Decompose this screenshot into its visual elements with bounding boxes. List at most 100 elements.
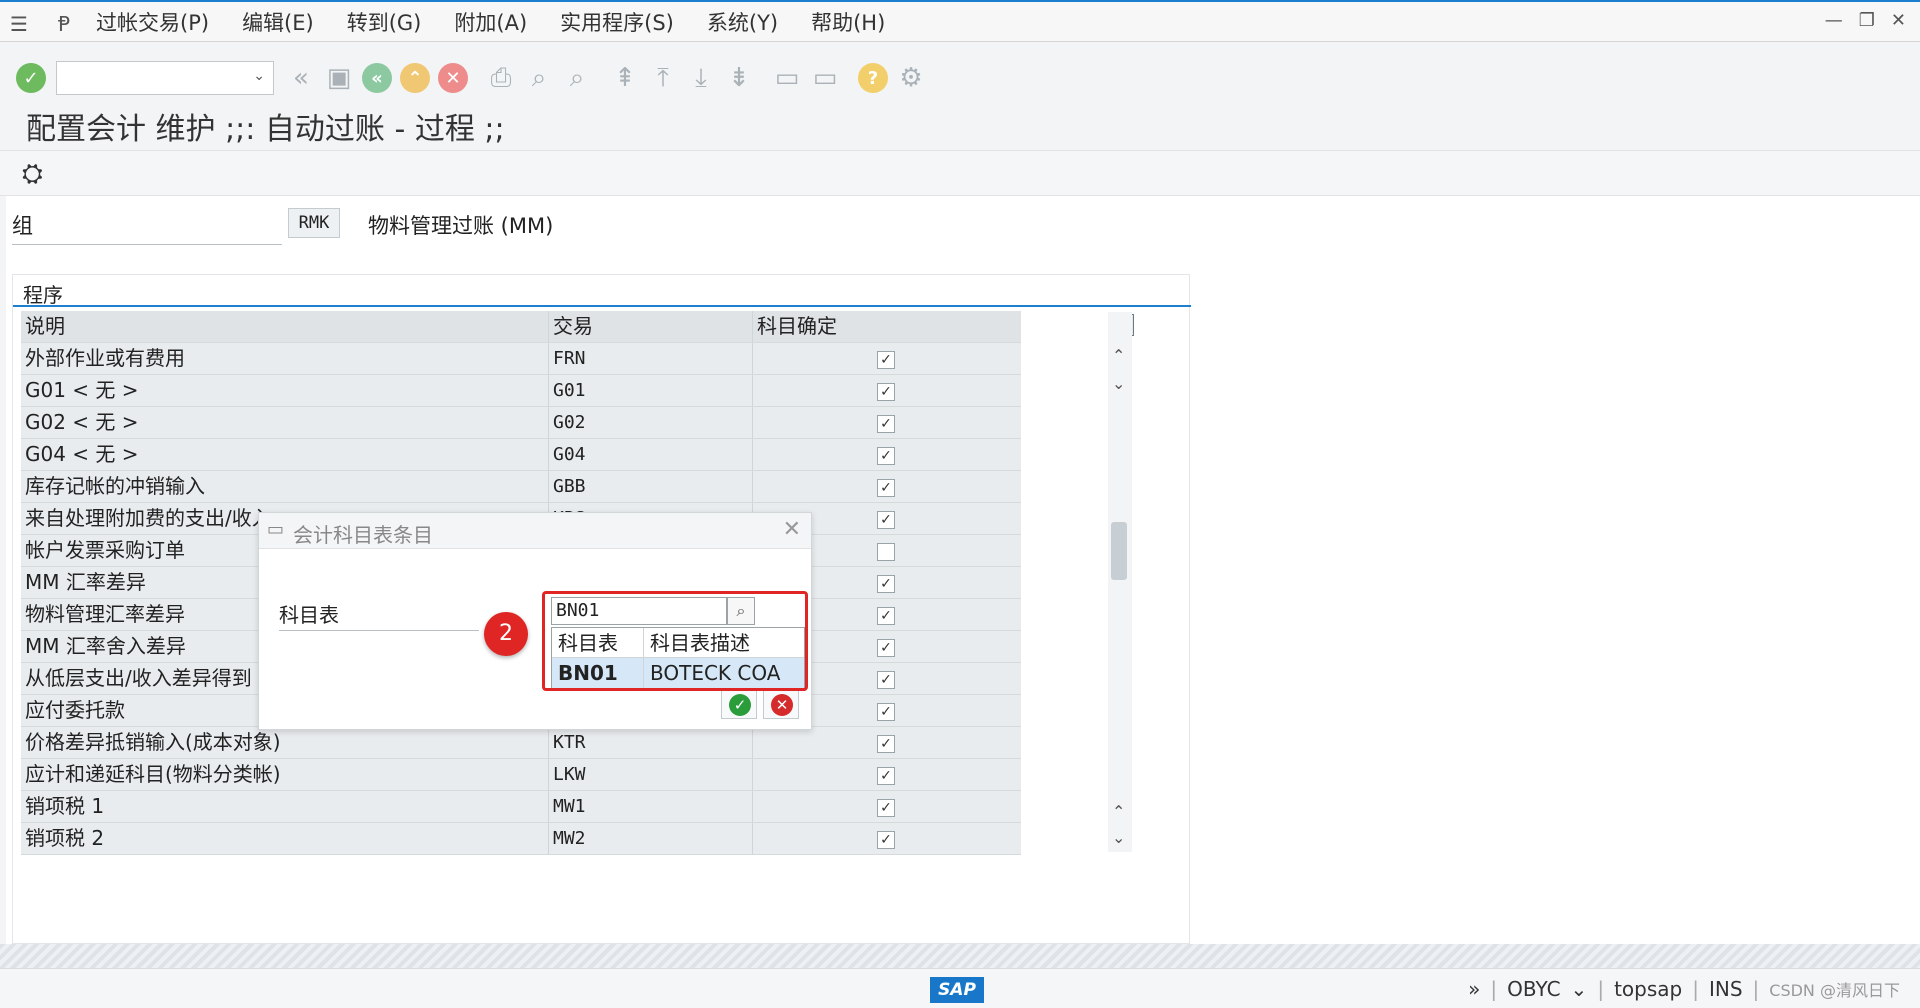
window-controls: — ❐ ✕ [1825, 10, 1906, 31]
first-page-icon[interactable]: ⇞ [606, 59, 644, 97]
row-checkbox[interactable]: ✓ [877, 703, 895, 721]
page-up-icon[interactable]: ⌃ [1112, 802, 1125, 821]
row-checkbox[interactable] [877, 543, 895, 561]
row-checkbox[interactable]: ✓ [877, 575, 895, 593]
find-icon[interactable]: ⌕ [520, 59, 558, 97]
menu-utilities[interactable]: 实用程序(S) [560, 7, 674, 37]
table-row[interactable]: 销项税 2 MW2 ✓ [21, 823, 1021, 855]
minimize-icon[interactable]: — [1825, 10, 1843, 31]
table-row[interactable]: 库存记帐的冲销输入 GBB ✓ [21, 471, 1021, 503]
status-transaction[interactable]: OBYC [1507, 977, 1560, 1001]
last-page-icon[interactable]: ⇟ [720, 59, 758, 97]
row-account-determination: ✓ [753, 759, 1021, 790]
dialog-header: ▭ 会计科目表条目 ✕ [259, 513, 811, 549]
cancel-x-icon: ✕ [771, 694, 793, 716]
annotation-highlight-box [542, 591, 808, 691]
scroll-thumb[interactable] [1111, 522, 1127, 580]
scroll-down-icon[interactable]: ⌄ [1112, 374, 1125, 393]
footer-hatch [0, 944, 1920, 968]
next-page-icon[interactable]: ⤓ [682, 59, 720, 97]
row-checkbox[interactable]: ✓ [877, 447, 895, 465]
table-row[interactable]: 销项税 1 MW1 ✓ [21, 791, 1021, 823]
prev-page-icon[interactable]: ⤒ [644, 59, 682, 97]
table-row[interactable]: G02 < 无 > G02 ✓ [21, 407, 1021, 439]
close-window-icon[interactable]: ✕ [1891, 10, 1906, 31]
table-row[interactable]: G01 < 无 > G01 ✓ [21, 375, 1021, 407]
up-icon[interactable]: ⌃ [396, 59, 434, 97]
table-row[interactable]: 应计和递延科目(物料分类帐) LKW ✓ [21, 759, 1021, 791]
menu-toggle-icon[interactable]: ☰ [10, 12, 34, 36]
chevron-down-icon[interactable]: ⌄ [253, 68, 265, 84]
find-next-icon[interactable]: ⌕ [558, 59, 596, 97]
row-transaction: G01 [549, 375, 753, 406]
row-transaction: KTR [549, 727, 753, 758]
menu-extras[interactable]: 附加(A) [454, 7, 527, 37]
program-icon[interactable]: Ᵽ [58, 12, 82, 36]
enter-icon[interactable]: ✓ [12, 59, 50, 97]
menu-posting[interactable]: 过帐交易(P) [96, 7, 209, 37]
menu-system[interactable]: 系统(Y) [707, 7, 778, 37]
menu-edit[interactable]: 编辑(E) [242, 7, 314, 37]
row-description: G04 < 无 > [21, 439, 549, 470]
status-bar: SAP » | OBYC ⌄ | topsap | INS | CSDN @清风… [0, 968, 1920, 1008]
page-title: 配置会计 维护 ;;: 自动过账 - 过程 ;; [26, 112, 505, 147]
row-account-determination: ✓ [753, 471, 1021, 502]
command-field[interactable]: ⌄ [56, 61, 274, 95]
document-overview-icon[interactable]: ⛭ [22, 159, 43, 190]
row-checkbox[interactable]: ✓ [877, 831, 895, 849]
row-checkbox[interactable]: ✓ [877, 415, 895, 433]
new-session-icon[interactable]: ▭ [768, 59, 806, 97]
scroll-up-icon[interactable]: ⌃ [1112, 346, 1125, 365]
row-checkbox[interactable]: ✓ [877, 607, 895, 625]
confirm-button[interactable]: ✓ [721, 689, 757, 719]
row-checkbox[interactable]: ✓ [877, 671, 895, 689]
row-checkbox[interactable]: ✓ [877, 735, 895, 753]
expand-status-icon[interactable]: » [1468, 977, 1480, 1001]
chevron-down-icon[interactable]: ⌄ [1571, 977, 1588, 1001]
page-down-icon[interactable]: ⌄ [1112, 828, 1125, 847]
row-description: 库存记帐的冲销输入 [21, 471, 549, 502]
row-checkbox[interactable]: ✓ [877, 511, 895, 529]
save-icon[interactable]: ▣ [320, 59, 358, 97]
group-row: 组 RMK 物料管理过账 (MM) [6, 196, 706, 246]
settings-gear-icon[interactable]: ⚙ [892, 59, 930, 97]
cancel-icon[interactable]: ✕ [434, 59, 472, 97]
status-mode[interactable]: INS [1709, 977, 1743, 1001]
row-checkbox[interactable]: ✓ [877, 351, 895, 369]
row-account-determination: ✓ [753, 727, 1021, 758]
row-checkbox[interactable]: ✓ [877, 383, 895, 401]
row-checkbox[interactable]: ✓ [877, 767, 895, 785]
column-header-description[interactable]: 说明 [21, 311, 549, 342]
shortcut-icon[interactable]: ▭ [806, 59, 844, 97]
row-checkbox[interactable]: ✓ [877, 479, 895, 497]
column-header-account-determination[interactable]: 科目确定 [753, 311, 1021, 342]
menu-goto[interactable]: 转到(G) [347, 7, 422, 37]
row-transaction: G04 [549, 439, 753, 470]
row-transaction: MW1 [549, 791, 753, 822]
close-icon[interactable]: ✕ [783, 517, 801, 542]
cancel-button[interactable]: ✕ [763, 689, 799, 719]
table-scrollbar[interactable]: ⌃ ⌄ ⌃ ⌄ [1108, 312, 1132, 852]
row-account-determination: ✓ [753, 343, 1021, 374]
application-toolbar: ⛭ [0, 150, 1920, 196]
row-description: 应计和递延科目(物料分类帐) [21, 759, 549, 790]
row-checkbox[interactable]: ✓ [877, 799, 895, 817]
print-icon[interactable]: ⎙ [482, 59, 520, 97]
row-account-determination: ✓ [753, 791, 1021, 822]
double-left-icon[interactable]: « [282, 59, 320, 97]
table-row[interactable]: 价格差异抵销输入(成本对象) KTR ✓ [21, 727, 1021, 759]
status-info: » | OBYC ⌄ | topsap | INS | CSDN @清风日下 [1468, 977, 1900, 1001]
row-transaction: MW2 [549, 823, 753, 854]
restore-icon[interactable]: ❐ [1859, 10, 1875, 31]
row-transaction: FRN [549, 343, 753, 374]
table-row[interactable]: 外部作业或有费用 FRN ✓ [21, 343, 1021, 375]
row-description: 价格差异抵销输入(成本对象) [21, 727, 549, 758]
column-header-transaction[interactable]: 交易 [549, 311, 753, 342]
back-icon[interactable]: « [358, 59, 396, 97]
group-description: 物料管理过账 (MM) [368, 214, 554, 238]
table-row[interactable]: G04 < 无 > G04 ✓ [21, 439, 1021, 471]
row-account-determination: ✓ [753, 823, 1021, 854]
menu-help[interactable]: 帮助(H) [811, 7, 885, 37]
row-checkbox[interactable]: ✓ [877, 639, 895, 657]
help-icon[interactable]: ? [854, 59, 892, 97]
